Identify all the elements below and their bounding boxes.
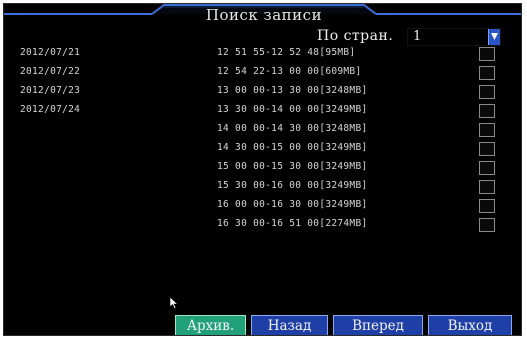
record-time: 14 30 00-15 00 00[3249MB] [217,142,368,153]
record-time: 16 00 00-16 30 00[3249MB] [217,199,368,210]
exit-button[interactable]: Выход [428,315,512,335]
record-checkbox[interactable] [479,47,495,61]
record-time: 16 30 00-16 51 00[2274MB] [217,218,368,229]
mouse-cursor-icon [169,296,179,309]
record-checkbox[interactable] [479,85,495,99]
date-item[interactable]: 2012/07/24 [20,104,80,115]
window-title: Поиск записи [205,6,323,24]
record-checkbox[interactable] [479,180,495,194]
record-search-screen: Поиск записи По стран. 1 2012/07/21 2012… [3,3,522,336]
page-label: По стран. [317,28,394,44]
record-time: 12 54 22-13 00 00[609MB] [217,66,362,77]
record-time: 13 30 00-14 00 00[3249MB] [217,104,368,115]
record-checkbox[interactable] [479,66,495,80]
archive-button[interactable]: Архив. [175,315,246,335]
forward-button[interactable]: Вперед [333,315,423,335]
date-item[interactable]: 2012/07/23 [20,85,80,96]
date-item[interactable]: 2012/07/22 [20,66,80,77]
chevron-down-icon[interactable] [488,29,500,45]
page-select[interactable]: 1 [407,28,501,46]
record-checkbox[interactable] [479,199,495,213]
date-item[interactable]: 2012/07/21 [20,47,80,58]
record-time: 15 00 00-15 30 00[3249MB] [217,161,368,172]
record-checkbox[interactable] [479,218,495,232]
record-time: 12 51 55-12 52 48[95MB] [217,47,356,58]
page-select-value: 1 [413,29,422,44]
record-time: 15 30 00-16 00 00[3249MB] [217,180,368,191]
title-bar: Поиск записи [4,4,521,26]
record-checkbox[interactable] [479,104,495,118]
record-checkbox[interactable] [479,142,495,156]
record-checkbox[interactable] [479,123,495,137]
record-time: 14 00 00-14 30 00[3248MB] [217,123,368,134]
back-button[interactable]: Назад [251,315,328,335]
record-checkbox[interactable] [479,161,495,175]
record-time: 13 00 00-13 30 00[3248MB] [217,85,368,96]
